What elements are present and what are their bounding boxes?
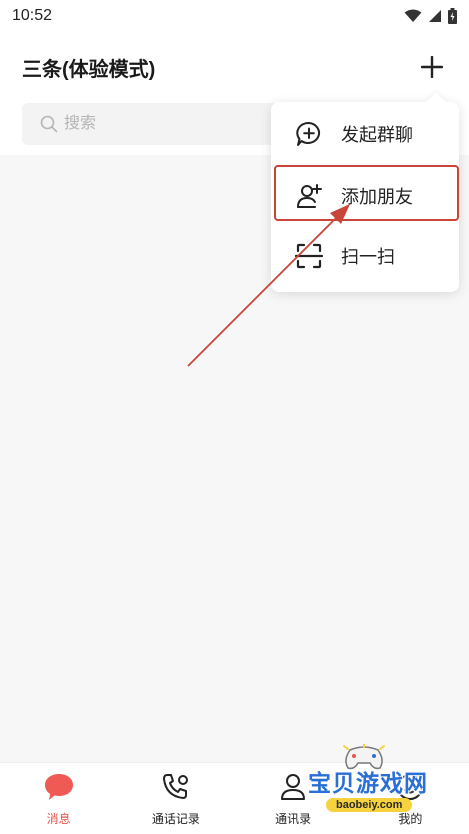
plus-icon (421, 56, 443, 78)
header: 三条(体验模式) (0, 42, 469, 92)
add-dropdown-menu: 发起群聊 添加朋友 扫一扫 (271, 92, 459, 292)
tab-contacts[interactable]: 通讯录 (235, 763, 352, 834)
chat-plus-icon (295, 120, 323, 148)
add-menu-button[interactable] (415, 50, 449, 84)
message-bubble-icon (43, 771, 75, 803)
menu-item-label: 发起群聊 (341, 125, 413, 145)
search-icon (40, 115, 58, 133)
add-user-icon (295, 182, 323, 210)
tab-call-log[interactable]: 通话记录 (117, 763, 234, 834)
page-title: 三条(体验模式) (22, 58, 156, 81)
battery-icon (448, 8, 457, 24)
menu-item-label: 扫一扫 (341, 247, 395, 267)
wifi-icon (404, 9, 422, 22)
tab-label: 通话记录 (151, 812, 200, 826)
scan-icon (295, 242, 323, 270)
menu-item-label: 添加朋友 (341, 187, 413, 207)
tab-label: 通讯录 (275, 812, 312, 826)
status-time: 10:52 (12, 7, 53, 24)
profile-icon (394, 771, 426, 803)
tab-label: 我的 (398, 812, 423, 826)
menu-item-start-group-chat[interactable]: 发起群聊 (271, 104, 459, 164)
tab-messages[interactable]: 消息 (0, 763, 117, 834)
status-bar: 10:52 (0, 0, 469, 32)
menu-item-add-friend[interactable]: 添加朋友 (271, 166, 459, 226)
status-icons (404, 8, 457, 24)
tab-profile[interactable]: 我的 (352, 763, 469, 834)
menu-item-scan[interactable]: 扫一扫 (271, 226, 459, 286)
phone-call-icon (160, 771, 192, 803)
search-input[interactable] (62, 114, 266, 134)
signal-icon (429, 10, 441, 22)
tab-label: 消息 (46, 812, 71, 826)
contacts-icon (277, 771, 309, 803)
bottom-tab-bar: 消息 通话记录 通讯录 我的 (0, 762, 469, 834)
